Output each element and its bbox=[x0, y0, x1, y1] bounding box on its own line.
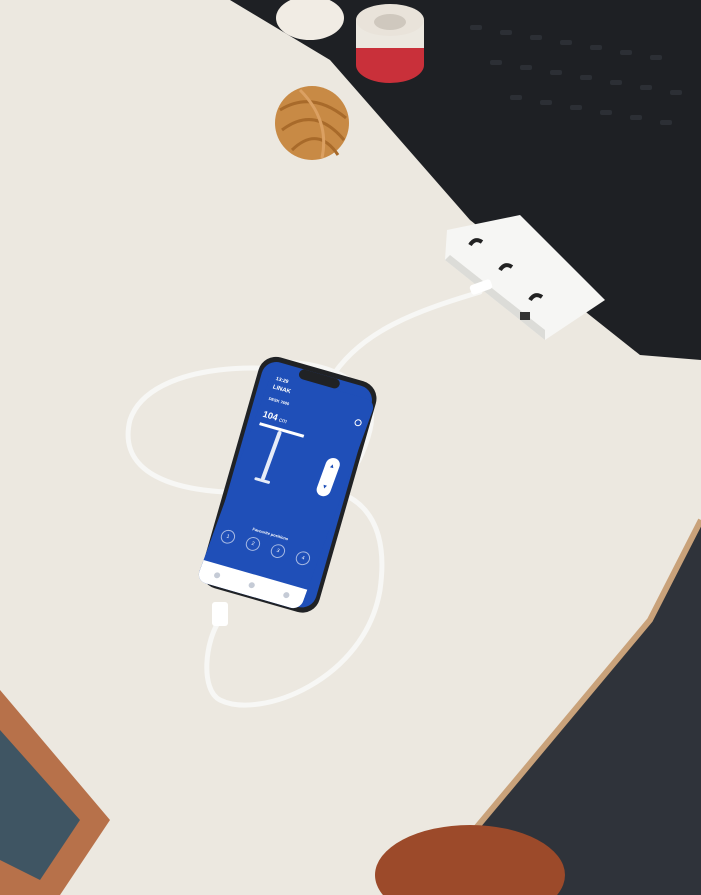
gear-icon[interactable] bbox=[353, 418, 363, 427]
status-time: 13:29 bbox=[274, 376, 290, 386]
app-logo: LINAK bbox=[271, 384, 292, 396]
height-control[interactable]: ▲ ▼ bbox=[314, 456, 342, 498]
tape-roll-red bbox=[356, 4, 424, 83]
chevron-down-icon[interactable]: ▼ bbox=[317, 483, 333, 493]
favourite-position-button[interactable]: 2 bbox=[243, 535, 263, 553]
tab-home-icon[interactable] bbox=[213, 571, 222, 579]
favourite-position-button[interactable]: 4 bbox=[293, 549, 313, 567]
tab-settings-icon[interactable] bbox=[282, 591, 291, 599]
desk-top-illustration bbox=[259, 422, 305, 438]
desk-foot-illustration bbox=[254, 476, 271, 485]
device-name[interactable]: DESK 7600 bbox=[268, 396, 290, 407]
favourite-position-button[interactable]: 1 bbox=[218, 528, 238, 546]
twine-ball bbox=[275, 86, 349, 160]
chevron-up-icon[interactable]: ▲ bbox=[324, 462, 340, 472]
height-unit: cm bbox=[277, 417, 288, 426]
height-value: 104 bbox=[261, 409, 280, 423]
tab-desk-icon[interactable] bbox=[247, 581, 256, 589]
favourite-position-button[interactable]: 3 bbox=[268, 542, 288, 560]
desk-leg-illustration bbox=[260, 430, 283, 481]
lightning-plug bbox=[212, 602, 228, 626]
